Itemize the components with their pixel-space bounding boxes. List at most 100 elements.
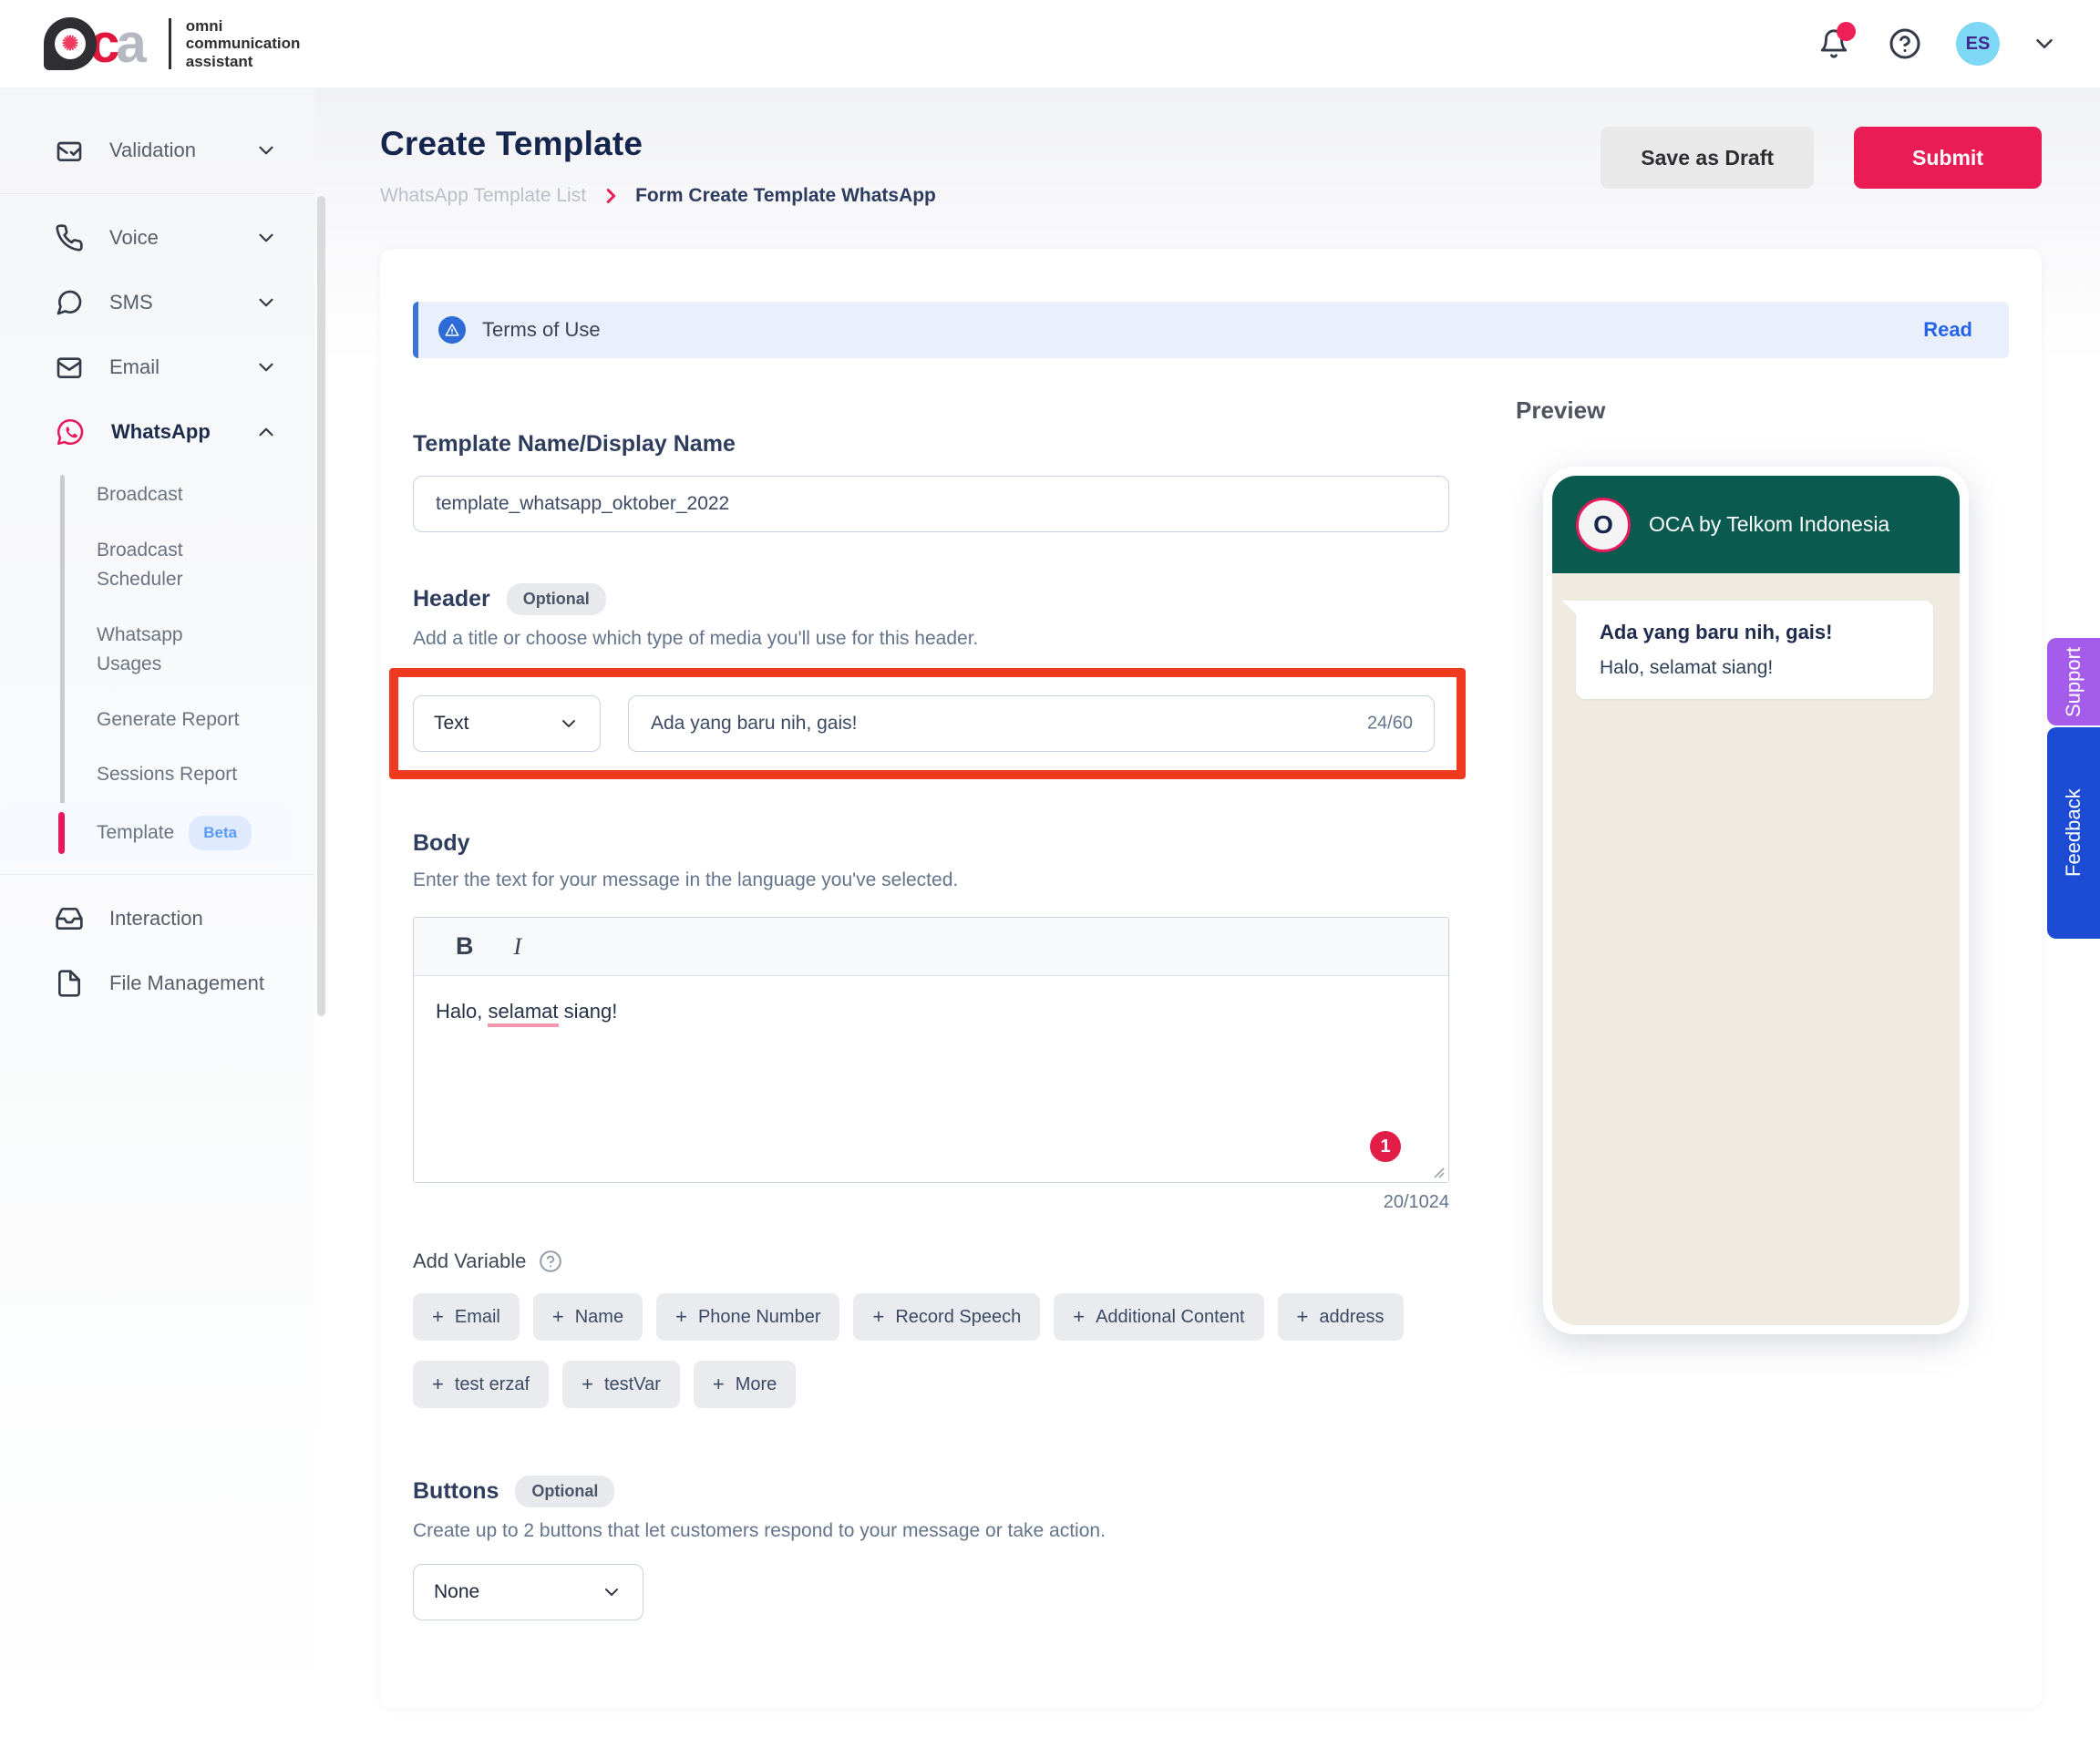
- header-description: Add a title or choose which type of medi…: [413, 628, 1449, 650]
- page-actions: Save as Draft Submit: [1601, 127, 2042, 189]
- plus-icon: +: [432, 1373, 444, 1396]
- file-icon: [55, 969, 84, 998]
- terms-read-link[interactable]: Read: [1923, 318, 1972, 342]
- sidebar-divider: [0, 193, 314, 194]
- resize-handle-icon[interactable]: [1431, 1165, 1446, 1179]
- buttons-type-select[interactable]: None: [413, 1564, 643, 1620]
- variable-chip-testvar[interactable]: +testVar: [562, 1361, 680, 1408]
- logo-tagline-line: assistant: [186, 53, 301, 70]
- submit-button[interactable]: Submit: [1854, 127, 2042, 189]
- chevron-down-icon: [254, 226, 278, 250]
- variable-chip-additional-content[interactable]: +Additional Content: [1054, 1293, 1263, 1341]
- buttons-heading: Buttons: [413, 1478, 499, 1505]
- variable-chip-record-speech[interactable]: +Record Speech: [853, 1293, 1040, 1341]
- help-icon: [1889, 27, 1921, 60]
- whatsapp-preview-chat: Ada yang baru nih, gais! Halo, selamat s…: [1552, 573, 1960, 1325]
- italic-button[interactable]: I: [514, 933, 522, 961]
- chevron-down-icon: [558, 713, 580, 735]
- variable-chip-test-erzaf[interactable]: + test erzaf: [413, 1361, 549, 1408]
- plus-icon: +: [1073, 1305, 1085, 1329]
- sidebar-item-voice[interactable]: Voice: [0, 205, 314, 270]
- preview-column: Preview O OCA by Telkom Indonesia Ada ya…: [1516, 396, 2009, 1620]
- variable-chip-address[interactable]: +address: [1278, 1293, 1404, 1341]
- question-circle-icon[interactable]: [539, 1250, 562, 1273]
- header-text-input[interactable]: [628, 695, 1435, 752]
- sidebar-item-validation[interactable]: Validation: [0, 118, 314, 182]
- warning-icon: [438, 316, 466, 344]
- notifications-button[interactable]: [1814, 24, 1854, 64]
- chevron-right-icon: [601, 186, 621, 206]
- sidebar-item-interaction[interactable]: Interaction: [0, 886, 314, 951]
- breadcrumb-link-template-list[interactable]: WhatsApp Template List: [380, 185, 586, 207]
- template-name-input[interactable]: [413, 476, 1449, 532]
- submenu-item-broadcast[interactable]: Broadcast: [0, 468, 314, 523]
- terms-of-use-label: Terms of Use: [482, 318, 601, 342]
- plus-icon: +: [872, 1305, 884, 1329]
- page-header: Create Template WhatsApp Template List F…: [380, 88, 2042, 207]
- chevron-up-icon: [254, 420, 278, 444]
- variable-chip-phone-number[interactable]: +Phone Number: [656, 1293, 839, 1341]
- error-count-badge[interactable]: 1: [1370, 1131, 1401, 1162]
- whatsapp-submenu: Broadcast Broadcast Scheduler Whatsapp U…: [0, 468, 314, 863]
- red-annotation-box: Text 24/60: [389, 668, 1466, 779]
- template-name-heading: Template Name/Display Name: [413, 431, 736, 458]
- sidebar-item-file-management[interactable]: File Management: [0, 951, 314, 1015]
- submenu-item-whatsapp-usages[interactable]: Whatsapp Usages: [0, 608, 314, 693]
- message-header-text: Ada yang baru nih, gais!: [1600, 621, 1910, 644]
- header-type-value: Text: [434, 713, 469, 735]
- topbar: ✺ c a omni communication assistant: [0, 0, 2100, 88]
- user-avatar[interactable]: ES: [1956, 22, 2000, 66]
- body-section: Body Enter the text for your message in …: [413, 830, 1449, 1408]
- sidebar-item-label: SMS: [109, 291, 153, 314]
- submenu-item-label: Generate Report: [97, 705, 239, 735]
- message-bubble: Ada yang baru nih, gais! Halo, selamat s…: [1576, 601, 1933, 699]
- variable-chip-email[interactable]: +Email: [413, 1293, 520, 1341]
- submenu-item-label: Sessions Report: [97, 760, 237, 790]
- body-text-area[interactable]: Halo, selamat siang! 1: [414, 976, 1448, 1182]
- plus-icon: +: [582, 1373, 593, 1396]
- variable-chip-name[interactable]: +Name: [533, 1293, 643, 1341]
- phone-icon: [55, 223, 84, 252]
- logo-tagline-line: omni: [186, 17, 301, 35]
- account-chevron-down-icon[interactable]: [2031, 30, 2058, 57]
- variable-chip-more[interactable]: +More: [694, 1361, 796, 1408]
- chip-label: test erzaf: [455, 1374, 530, 1395]
- sidebar-item-email[interactable]: Email: [0, 334, 314, 399]
- sidebar-scrollbar[interactable]: [317, 196, 325, 1016]
- logo-tagline-line: communication: [186, 35, 301, 52]
- plus-icon: +: [713, 1373, 725, 1396]
- chip-label: address: [1319, 1307, 1384, 1328]
- header-heading: Header: [413, 586, 490, 612]
- sidebar-item-sms[interactable]: SMS: [0, 270, 314, 334]
- body-editor: B I Halo, selamat siang! 1: [413, 917, 1449, 1183]
- terms-banner: Terms of Use Read: [413, 302, 2009, 358]
- submenu-item-template-active[interactable]: Template Beta: [0, 803, 293, 863]
- plus-icon: +: [432, 1305, 444, 1329]
- add-variable-label: Add Variable: [413, 1250, 526, 1273]
- sidebar-item-whatsapp[interactable]: WhatsApp: [0, 399, 314, 464]
- submenu-item-broadcast-scheduler[interactable]: Broadcast Scheduler: [0, 523, 314, 608]
- support-tab[interactable]: Support: [2047, 638, 2100, 725]
- oca-logo-word: ✺ c a: [44, 16, 147, 71]
- misspelled-word: selamat: [488, 1000, 558, 1027]
- header-type-select[interactable]: Text: [413, 695, 601, 752]
- page: ✺ c a omni communication assistant: [0, 0, 2100, 1738]
- oca-logo-flower-icon: ✺: [55, 28, 86, 59]
- header-section: Header Optional Add a title or choose wh…: [413, 583, 1449, 779]
- notification-dot: [1837, 22, 1856, 41]
- mail-icon: [55, 353, 84, 382]
- chevron-down-icon: [254, 139, 278, 162]
- add-variable-header: Add Variable: [413, 1250, 1449, 1273]
- save-as-draft-button[interactable]: Save as Draft: [1601, 127, 1814, 189]
- oca-logo: ✺ c a omni communication assistant: [44, 16, 300, 71]
- bold-button[interactable]: B: [456, 932, 474, 961]
- submenu-item-sessions-report[interactable]: Sessions Report: [0, 747, 314, 803]
- submenu-item-generate-report[interactable]: Generate Report: [0, 693, 314, 748]
- feedback-tab[interactable]: Feedback: [2047, 727, 2100, 939]
- beta-badge: Beta: [189, 816, 252, 850]
- sender-avatar: O: [1576, 498, 1631, 552]
- chevron-down-icon: [601, 1581, 623, 1603]
- optional-badge: Optional: [507, 583, 606, 615]
- inbox-icon: [55, 904, 84, 933]
- help-button[interactable]: [1885, 24, 1925, 64]
